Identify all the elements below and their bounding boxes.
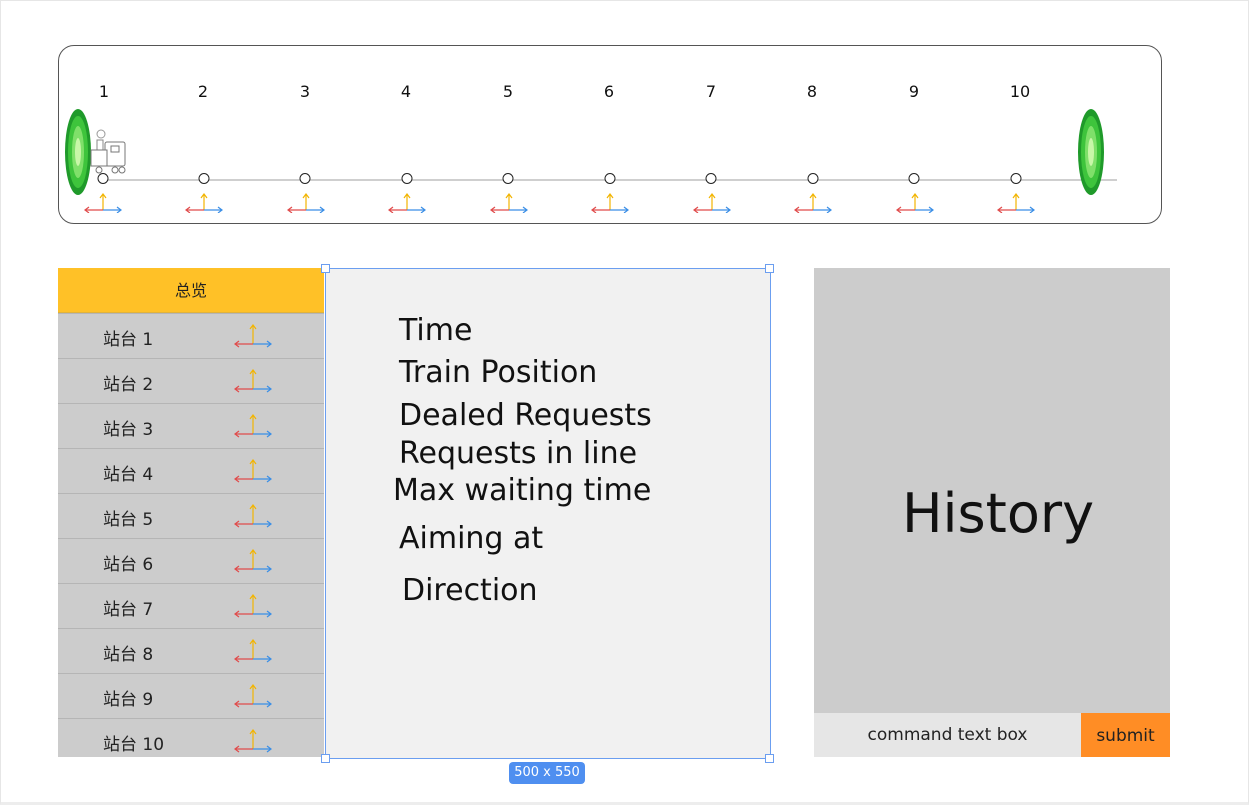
direction-arrows-icon[interactable]	[794, 191, 832, 213]
direction-arrows-icon[interactable]	[693, 191, 731, 213]
direction-arrows-icon[interactable]	[234, 592, 272, 618]
overview-tab[interactable]: 总览	[58, 268, 324, 313]
station-label: 站台 10	[103, 735, 165, 755]
direction-arrows-icon[interactable]	[234, 547, 272, 573]
direction-arrows-icon[interactable]	[234, 322, 272, 348]
direction-arrows-icon[interactable]	[234, 367, 272, 393]
direction-arrows-icon[interactable]	[234, 412, 272, 438]
station-number: 3	[299, 82, 311, 101]
station-number: 6	[603, 82, 615, 101]
requests-in-line-label: Requests in line	[399, 436, 638, 471]
train-position-label: Train Position	[399, 355, 598, 390]
station-list: 总览 站台 1 站台 2 站台 3 站台 4 站台 5 站台 6 站台 7 站台…	[58, 268, 324, 757]
history-title: History	[901, 482, 1095, 545]
station-number: 4	[400, 82, 412, 101]
station-label: 站台 2	[103, 375, 154, 395]
resize-handle[interactable]	[321, 264, 330, 273]
dealed-requests-label: Dealed Requests	[399, 398, 652, 433]
track-panel: 1 2 3 4 5 6 7 8 9 10	[58, 45, 1162, 224]
station-label: 站台 5	[103, 510, 154, 530]
station-number: 10	[1009, 82, 1031, 101]
station-row[interactable]: 站台 6	[58, 538, 324, 583]
station-label: 站台 7	[103, 600, 154, 620]
station-label: 站台 1	[103, 330, 154, 350]
resize-handle[interactable]	[765, 754, 774, 763]
size-badge: 500 x 550	[509, 762, 585, 784]
direction-label: Direction	[402, 573, 538, 608]
direction-arrows-icon[interactable]	[185, 191, 223, 213]
station-stop[interactable]	[401, 173, 413, 184]
station-label: 站台 3	[103, 420, 154, 440]
history-panel: History	[814, 268, 1170, 713]
station-label: 站台 9	[103, 690, 154, 710]
station-row[interactable]: 站台 9	[58, 673, 324, 718]
station-row[interactable]: 站台 8	[58, 628, 324, 673]
status-info-panel[interactable]: Time Train Position Dealed Requests Requ…	[325, 268, 771, 759]
station-row[interactable]: 站台 7	[58, 583, 324, 628]
station-number: 1	[98, 82, 110, 101]
station-number: 7	[705, 82, 717, 101]
station-stop[interactable]	[604, 173, 616, 184]
direction-arrows-icon[interactable]	[388, 191, 426, 213]
direction-arrows-icon[interactable]	[287, 191, 325, 213]
direction-arrows-icon[interactable]	[234, 457, 272, 483]
station-number: 8	[806, 82, 818, 101]
station-stop[interactable]	[1010, 173, 1022, 184]
max-waiting-time-label: Max waiting time	[393, 473, 652, 508]
station-number: 2	[197, 82, 209, 101]
direction-arrows-icon[interactable]	[234, 682, 272, 708]
station-row[interactable]: 站台 1	[58, 313, 324, 358]
direction-arrows-icon[interactable]	[234, 637, 272, 663]
portal-icon	[1078, 109, 1104, 195]
station-stop[interactable]	[299, 173, 311, 184]
station-label: 站台 4	[103, 465, 154, 485]
station-stop[interactable]	[807, 173, 819, 184]
aiming-at-label: Aiming at	[399, 521, 544, 556]
train-icon	[90, 129, 126, 174]
direction-arrows-icon[interactable]	[997, 191, 1035, 213]
station-stop[interactable]	[502, 173, 514, 184]
station-stop[interactable]	[908, 173, 920, 184]
direction-arrows-icon[interactable]	[896, 191, 934, 213]
station-number: 5	[502, 82, 514, 101]
command-text-box[interactable]: command text box	[814, 713, 1081, 757]
direction-arrows-icon[interactable]	[234, 502, 272, 528]
station-row[interactable]: 站台 10	[58, 718, 324, 763]
station-label: 站台 6	[103, 555, 154, 575]
direction-arrows-icon[interactable]	[234, 727, 272, 753]
station-row[interactable]: 站台 3	[58, 403, 324, 448]
submit-button[interactable]: submit	[1081, 713, 1170, 757]
direction-arrows-icon[interactable]	[591, 191, 629, 213]
station-number: 9	[908, 82, 920, 101]
direction-arrows-icon[interactable]	[490, 191, 528, 213]
station-label: 站台 8	[103, 645, 154, 665]
station-row[interactable]: 站台 5	[58, 493, 324, 538]
time-label: Time	[399, 313, 473, 348]
station-stop[interactable]	[198, 173, 210, 184]
station-row[interactable]: 站台 2	[58, 358, 324, 403]
station-row[interactable]: 站台 4	[58, 448, 324, 493]
resize-handle[interactable]	[321, 754, 330, 763]
station-stop[interactable]	[705, 173, 717, 184]
resize-handle[interactable]	[765, 264, 774, 273]
